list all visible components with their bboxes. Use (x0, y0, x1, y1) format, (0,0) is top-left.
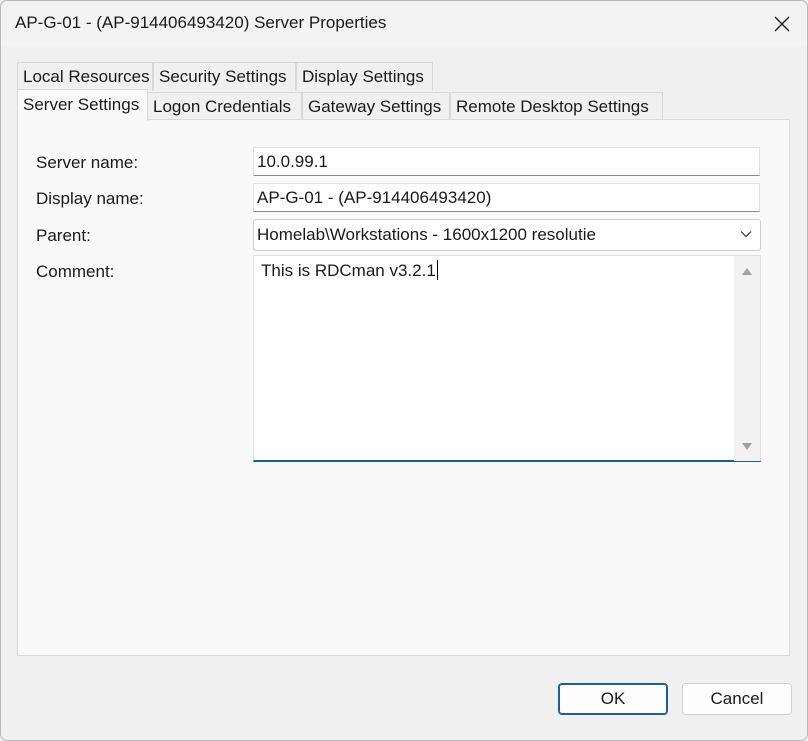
tab-display-settings[interactable]: Display Settings (296, 62, 433, 91)
server-name-label: Server name: (36, 153, 139, 172)
display-name-input[interactable]: AP-G-01 - (AP-914406493420) (253, 183, 760, 212)
ok-button[interactable]: OK (558, 683, 668, 715)
tab-label: Security Settings (159, 67, 287, 86)
scroll-up-arrow-icon[interactable] (741, 266, 753, 276)
tab-server-settings[interactable]: Server Settings (17, 89, 148, 121)
tab-gateway-settings[interactable]: Gateway Settings (302, 92, 450, 120)
chevron-down-icon (740, 231, 752, 238)
title-bar: AP-G-01 - (AP-914406493420) Server Prope… (1, 1, 807, 46)
tab-logon-credentials[interactable]: Logon Credentials (147, 92, 302, 120)
comment-textarea[interactable]: This is RDCman v3.2.1 (253, 255, 761, 462)
tab-remote-desktop-settings[interactable]: Remote Desktop Settings (450, 92, 663, 120)
tab-label: Local Resources (23, 67, 150, 86)
tab-label: Remote Desktop Settings (456, 97, 649, 116)
parent-label: Parent: (36, 226, 91, 245)
cancel-button[interactable]: Cancel (682, 683, 792, 715)
comment-text: This is RDCman v3.2.1 (261, 261, 436, 280)
tab-label: Gateway Settings (308, 97, 442, 116)
server-properties-dialog: AP-G-01 - (AP-914406493420) Server Prope… (0, 0, 808, 741)
text-caret (436, 260, 438, 280)
close-icon (774, 16, 790, 31)
server-name-input[interactable]: 10.0.99.1 (253, 147, 760, 176)
comment-label: Comment: (36, 262, 115, 281)
window-title: AP-G-01 - (AP-914406493420) Server Prope… (15, 13, 387, 32)
tab-security-settings[interactable]: Security Settings (153, 62, 296, 91)
tab-label: Server Settings (23, 95, 140, 114)
display-name-label: Display name: (36, 189, 144, 208)
parent-select[interactable]: Homelab\Workstations - 1600x1200 resolut… (253, 219, 761, 251)
comment-scrollbar[interactable] (734, 256, 760, 461)
close-button[interactable] (757, 1, 807, 46)
scroll-down-arrow-icon[interactable] (741, 442, 753, 452)
tab-label: Logon Credentials (153, 97, 291, 116)
tab-local-resources[interactable]: Local Resources (17, 62, 153, 91)
tab-label: Display Settings (302, 67, 424, 86)
parent-select-value: Homelab\Workstations - 1600x1200 resolut… (257, 225, 596, 244)
